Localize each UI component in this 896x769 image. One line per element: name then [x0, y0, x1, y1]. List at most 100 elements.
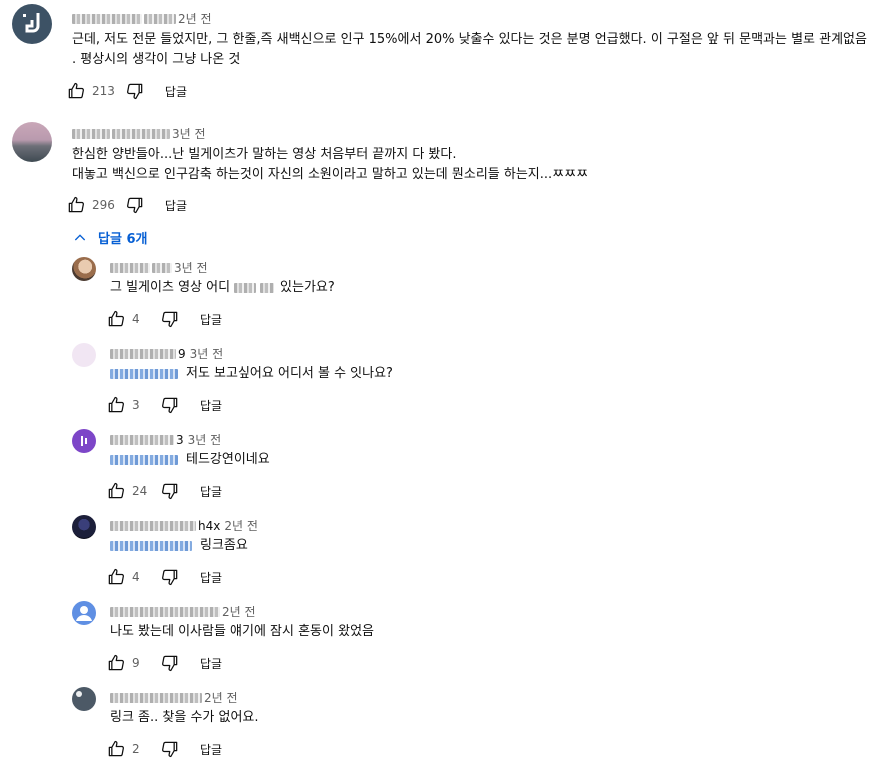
- reply-button[interactable]: 답글: [200, 655, 222, 672]
- comment-time[interactable]: 2년 전: [222, 603, 256, 620]
- thumb-up-icon: [108, 654, 124, 671]
- comment-meta: 3 3년 전: [110, 431, 221, 448]
- thumb-down-icon: [162, 655, 178, 672]
- like-count: 296: [92, 198, 115, 212]
- replies-toggle-label: 답글 6개: [98, 232, 148, 247]
- reply-button[interactable]: 답글: [165, 83, 187, 100]
- comment-meta: 3년 전: [110, 259, 208, 276]
- thumb-up-icon: [108, 310, 124, 327]
- like-count: 4: [132, 312, 140, 326]
- avatar-logo-icon: [23, 13, 40, 33]
- thumb-up-icon: [108, 396, 124, 413]
- avatar[interactable]: [72, 515, 96, 539]
- avatar-logo-icon: [81, 436, 87, 446]
- author-name-redacted[interactable]: [72, 13, 142, 24]
- comment-time[interactable]: 3년 전: [172, 125, 206, 142]
- avatar-logo-icon: [76, 691, 82, 697]
- comment-time[interactable]: 2년 전: [178, 10, 212, 27]
- like-button[interactable]: [106, 653, 126, 673]
- thumb-up-icon: [108, 482, 124, 499]
- comment-meta: 9 3년 전: [110, 345, 223, 362]
- dislike-button[interactable]: [160, 739, 180, 759]
- thumb-down-icon: [162, 569, 178, 586]
- like-button[interactable]: [106, 739, 126, 759]
- avatar[interactable]: [72, 601, 96, 625]
- dislike-button[interactable]: [160, 567, 180, 587]
- comment-time[interactable]: 3년 전: [188, 431, 222, 448]
- mention-link[interactable]: [110, 541, 192, 551]
- avatar[interactable]: [72, 257, 96, 281]
- like-button[interactable]: [66, 195, 86, 215]
- comment-actions: 3 답글: [106, 395, 222, 415]
- like-count: 3: [132, 398, 140, 412]
- reply-button[interactable]: 답글: [200, 483, 222, 500]
- comment-meta: 2년 전: [110, 689, 238, 706]
- like-button[interactable]: [66, 81, 86, 101]
- thumb-up-icon: [108, 740, 124, 757]
- like-count: 213: [92, 84, 115, 98]
- thumb-down-icon: [126, 197, 143, 214]
- comment-actions: 296 답글: [66, 195, 187, 215]
- author-name-redacted[interactable]: [110, 606, 220, 617]
- avatar[interactable]: [12, 4, 52, 44]
- dislike-button[interactable]: [160, 309, 180, 329]
- author-name-redacted[interactable]: [72, 128, 110, 139]
- thumb-up-icon: [68, 82, 84, 99]
- replies-toggle-button[interactable]: 답글 6개: [72, 228, 147, 247]
- thumb-down-icon: [162, 483, 178, 500]
- mention-link[interactable]: [110, 455, 178, 465]
- comment-text: 저도 보고싶어요 어디서 볼 수 잇나요?: [110, 364, 393, 384]
- reply-button[interactable]: 답글: [200, 311, 222, 328]
- dislike-button[interactable]: [160, 481, 180, 501]
- like-button[interactable]: [106, 395, 126, 415]
- comment-actions: 2 답글: [106, 739, 222, 759]
- reply-button[interactable]: 답글: [200, 397, 222, 414]
- like-button[interactable]: [106, 309, 126, 329]
- reply-button[interactable]: 답글: [165, 197, 187, 214]
- chevron-up-icon: [74, 233, 86, 240]
- like-count: 24: [132, 484, 148, 498]
- avatar[interactable]: [72, 343, 96, 367]
- dislike-button[interactable]: [160, 395, 180, 415]
- comment-text: 링크 좀.. 찾을 수가 없어요.: [110, 710, 259, 725]
- comment-text: 나도 봤는데 이사람들 얘기에 잠시 혼동이 왔었음: [110, 624, 374, 639]
- comment-meta: h4x 2년 전: [110, 517, 258, 534]
- thumb-down-icon: [162, 741, 178, 758]
- avatar[interactable]: [72, 429, 96, 453]
- comment-time[interactable]: 3년 전: [174, 259, 208, 276]
- comment-actions: 213 답글: [66, 81, 187, 101]
- comment-actions: 4 답글: [106, 309, 222, 329]
- author-name-redacted[interactable]: [110, 262, 150, 273]
- dislike-button[interactable]: [125, 195, 145, 215]
- like-count: 9: [132, 656, 140, 670]
- like-count: 4: [132, 570, 140, 584]
- thumb-down-icon: [162, 311, 178, 328]
- author-name-redacted[interactable]: [110, 692, 202, 703]
- reply-button[interactable]: 답글: [200, 569, 222, 586]
- thumb-up-icon: [108, 568, 124, 585]
- author-name-redacted[interactable]: [110, 520, 196, 531]
- like-count: 2: [132, 742, 140, 756]
- reply-button[interactable]: 답글: [200, 741, 222, 758]
- comment-text: 그 빌게이츠 영상 어디 있는가요?: [110, 280, 335, 295]
- thumb-up-icon: [68, 196, 84, 213]
- comment-time[interactable]: 2년 전: [204, 689, 238, 706]
- dislike-button[interactable]: [160, 653, 180, 673]
- avatar[interactable]: [12, 122, 52, 162]
- author-name-redacted[interactable]: [110, 434, 174, 445]
- comment-actions: 4 답글: [106, 567, 222, 587]
- comment-meta: 3년 전: [72, 125, 206, 142]
- comment-text: 근데, 저도 전문 들었지만, 그 한줄,즉 새백신으로 인구 15%에서 20…: [72, 32, 867, 67]
- comment-time[interactable]: 3년 전: [190, 345, 224, 362]
- comment-meta: 2년 전: [72, 10, 212, 27]
- author-name-redacted[interactable]: [110, 348, 176, 359]
- dislike-button[interactable]: [125, 81, 145, 101]
- comment-text: 링크좀요: [110, 536, 248, 556]
- thumb-down-icon: [126, 83, 143, 100]
- like-button[interactable]: [106, 567, 126, 587]
- comment-time[interactable]: 2년 전: [224, 517, 258, 534]
- like-button[interactable]: [106, 481, 126, 501]
- mention-link[interactable]: [110, 369, 178, 379]
- comment-meta: 2년 전: [110, 603, 256, 620]
- avatar[interactable]: [72, 687, 96, 711]
